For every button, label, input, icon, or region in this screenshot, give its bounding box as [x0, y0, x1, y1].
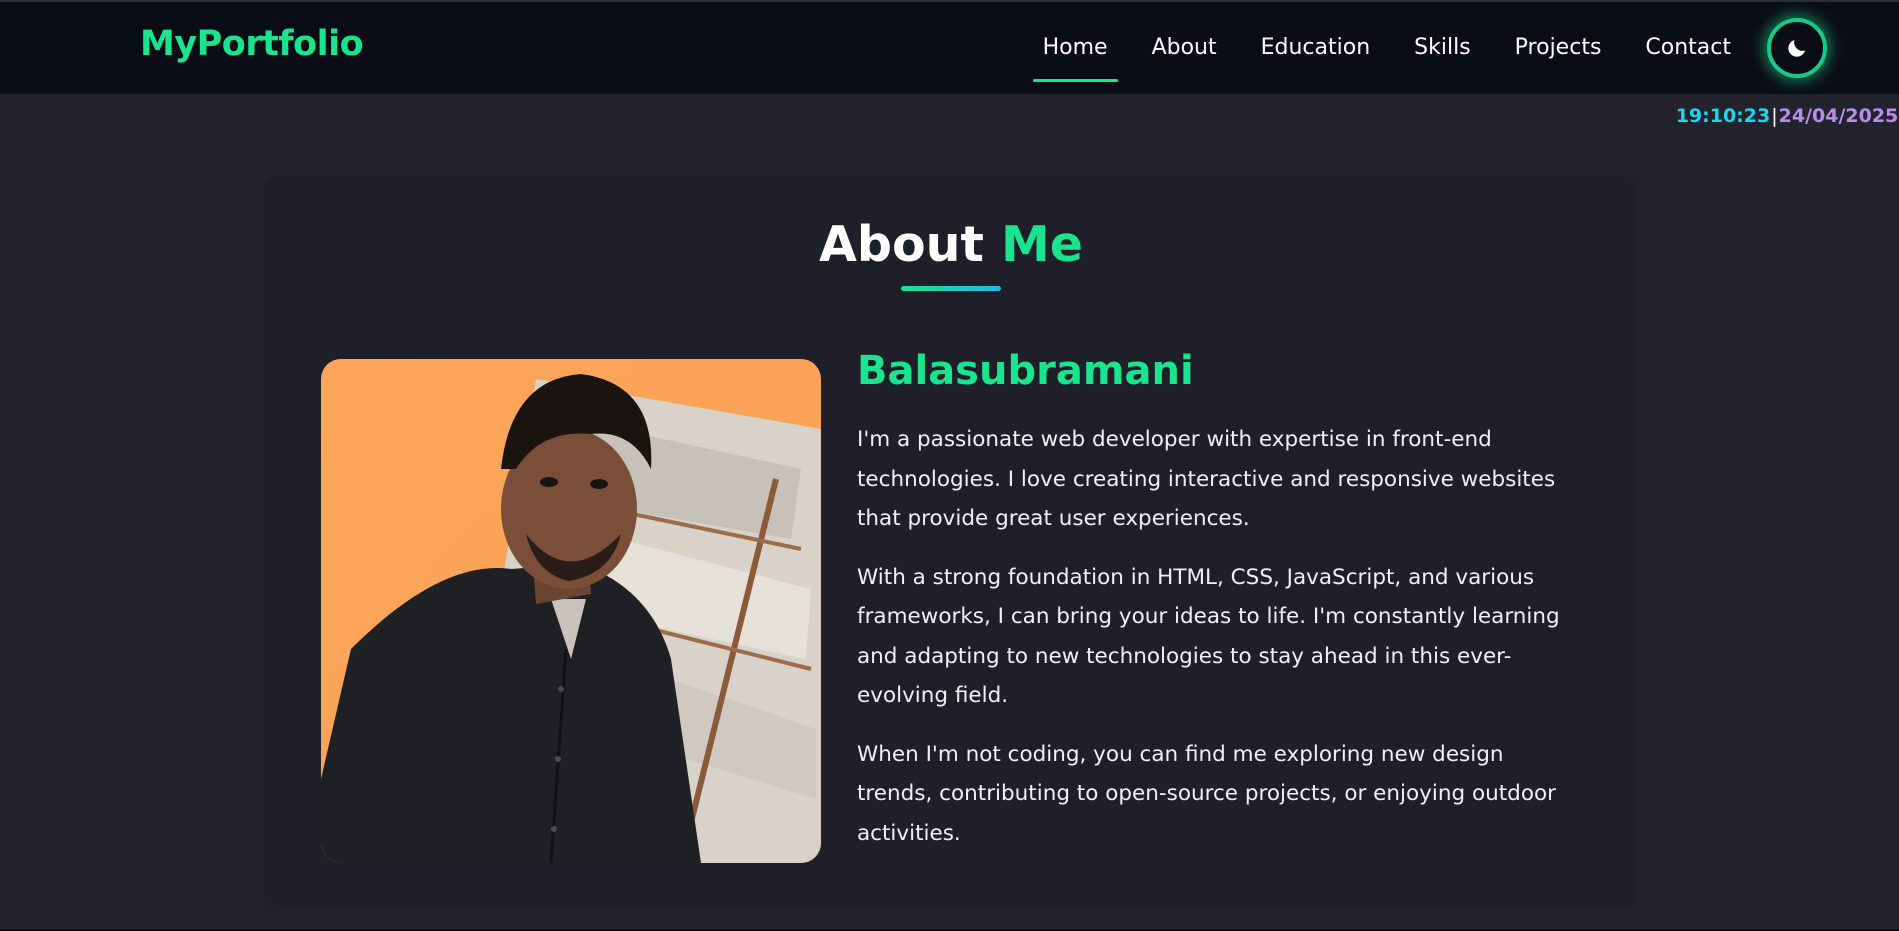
clock-date: 24/04/2025: [1778, 105, 1899, 127]
section-title-accent: Me: [1001, 216, 1084, 273]
clock-time: 19:10:23: [1675, 105, 1771, 127]
nav-link-projects[interactable]: Projects: [1505, 2, 1612, 94]
bio-paragraph: When I'm not coding, you can find me exp…: [857, 741, 1556, 846]
nav-link-contact[interactable]: Contact: [1635, 2, 1741, 94]
nav-link-skills[interactable]: Skills: [1404, 2, 1481, 94]
profile-photo: [321, 359, 821, 863]
profile-name: Balasubramani: [857, 348, 1194, 394]
section-title-main: About: [818, 216, 984, 273]
bio-paragraph: I'm a passionate web developer with expe…: [857, 427, 1556, 531]
nav-link-about[interactable]: About: [1142, 2, 1227, 94]
theme-toggle-button[interactable]: [1767, 18, 1827, 78]
nav-link-home[interactable]: Home: [1032, 2, 1118, 94]
navbar: MyPortfolio Home About Education Skills …: [0, 2, 1899, 94]
clock-widget: 19:10:23 | 24/04/2025: [1675, 95, 1899, 137]
bio-text: I'm a passionate web developer with expe…: [857, 420, 1582, 872]
clock-separator: |: [1771, 105, 1778, 127]
section-title: About Me: [264, 216, 1638, 273]
bio-paragraph: With a strong foundation in HTML, CSS, J…: [857, 564, 1560, 709]
site-logo[interactable]: MyPortfolio: [140, 24, 364, 64]
title-underline: [901, 286, 1001, 291]
nav-link-education[interactable]: Education: [1251, 2, 1381, 94]
nav-links: Home About Education Skills Projects Con…: [1009, 2, 1741, 94]
moon-icon: [1788, 40, 1805, 57]
about-section: About Me Balasubramani I'm a passionate …: [264, 176, 1638, 910]
